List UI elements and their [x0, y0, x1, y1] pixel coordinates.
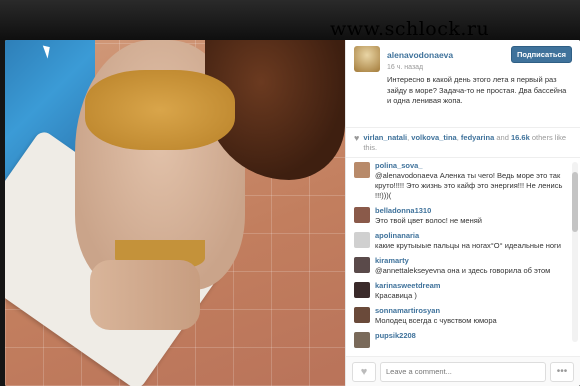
comment-text: @alenavodonaeva Аленка ты чего! Ведь мор…	[375, 171, 563, 200]
commenter-username[interactable]: karinasweetdream	[375, 281, 440, 291]
commenter-username[interactable]: pupsik2208	[375, 331, 416, 341]
commenter-avatar[interactable]	[354, 232, 370, 248]
follow-button[interactable]: Подписаться	[510, 46, 572, 63]
comment-item: polina_sova_ @alenavodonaeva Аленка ты ч…	[354, 161, 566, 201]
scrollbar-thumb[interactable]	[572, 172, 578, 232]
post-header-main: alenavodonaeva Подписаться 16 ч. назад И…	[387, 46, 572, 121]
commenter-username[interactable]: kiramarty	[375, 256, 550, 266]
comment-body: apolinanaria какие крутыыые пальцы на но…	[375, 231, 561, 251]
author-username[interactable]: alenavodonaeva	[387, 50, 453, 60]
comment-body: belladonna1310 Это твой цвет волос! не м…	[375, 206, 482, 226]
like-button[interactable]: ♥	[352, 361, 376, 382]
likes-summary: ♥ virlan_natali, volkova_tina, fedyarina…	[346, 128, 580, 158]
comment-body: karinasweetdream Красавица )	[375, 281, 440, 301]
background-strip	[0, 0, 580, 40]
commenter-avatar[interactable]	[354, 332, 370, 348]
likes-count[interactable]: 16.6k	[511, 133, 530, 142]
likes-and: and	[496, 133, 509, 142]
heart-icon: ♥	[360, 365, 368, 378]
likes-text: virlan_natali, volkova_tina, fedyarina a…	[363, 133, 567, 152]
comment-item: pupsik2208	[354, 331, 566, 348]
post-header-row: alenavodonaeva Подписаться	[387, 46, 572, 63]
commenter-username[interactable]: polina_sova_	[375, 161, 566, 171]
comment-text: Это твой цвет волос! не меняй	[375, 216, 482, 225]
commenter-avatar[interactable]	[354, 207, 370, 223]
comment-item: karinasweetdream Красавица )	[354, 281, 566, 301]
comment-text: @annettalekseyevna она и здесь говорила …	[375, 266, 551, 275]
screenshot-stage: www.schlock.ru alenavodonaeva Подписатьс…	[0, 0, 580, 386]
comment-input[interactable]	[380, 361, 546, 382]
post-modal: alenavodonaeva Подписаться 16 ч. назад И…	[5, 40, 580, 386]
photo-legs	[90, 260, 200, 330]
comment-body: polina_sova_ @alenavodonaeva Аленка ты ч…	[375, 161, 566, 201]
commenter-avatar[interactable]	[354, 307, 370, 323]
comment-body: sonnamartirosyan Молодец всегда с чувств…	[375, 306, 497, 326]
commenter-avatar[interactable]	[354, 257, 370, 273]
commenter-username[interactable]: sonnamartirosyan	[375, 306, 497, 316]
commenter-avatar[interactable]	[354, 282, 370, 298]
comment-item: belladonna1310 Это твой цвет волос! не м…	[354, 206, 566, 226]
photo-top	[85, 70, 235, 150]
heart-icon: ♥	[354, 133, 360, 143]
more-options-button[interactable]: •••	[550, 361, 574, 382]
comment-text: Молодец всегда с чувством юмора	[375, 316, 497, 325]
comment-text: Красавица )	[375, 291, 417, 300]
comment-text: какие крутыыые пальцы на ногах°O° идеаль…	[375, 241, 561, 250]
comments-list[interactable]: polina_sova_ @alenavodonaeva Аленка ты ч…	[346, 158, 580, 356]
comment-item: kiramarty @annettalekseyevna она и здесь…	[354, 256, 566, 276]
comment-item: sonnamartirosyan Молодец всегда с чувств…	[354, 306, 566, 326]
liker-link[interactable]: fedyarina	[461, 133, 494, 142]
comment-bar: ♥ •••	[346, 356, 580, 386]
ellipsis-icon: •••	[556, 366, 568, 377]
commenter-username[interactable]: apolinanaria	[375, 231, 561, 241]
liker-link[interactable]: virlan_natali	[363, 133, 407, 142]
liker-link[interactable]: volkova_tina	[411, 133, 456, 142]
author-avatar[interactable]	[354, 46, 380, 72]
post-sidebar: alenavodonaeva Подписаться 16 ч. назад И…	[345, 40, 580, 386]
post-photo[interactable]	[5, 40, 345, 386]
commenter-username[interactable]: belladonna1310	[375, 206, 482, 216]
commenter-avatar[interactable]	[354, 162, 370, 178]
comment-body: pupsik2208	[375, 331, 416, 348]
comment-item: apolinanaria какие крутыыые пальцы на но…	[354, 231, 566, 251]
post-caption: Интересно в какой день этого лета я перв…	[387, 75, 567, 105]
post-header: alenavodonaeva Подписаться 16 ч. назад И…	[346, 40, 580, 128]
watermark: www.schlock.ru	[330, 18, 490, 40]
comments-scrollbar[interactable]	[572, 162, 578, 342]
post-time[interactable]: 16 ч. назад	[387, 64, 572, 71]
comment-body: kiramarty @annettalekseyevna она и здесь…	[375, 256, 550, 276]
